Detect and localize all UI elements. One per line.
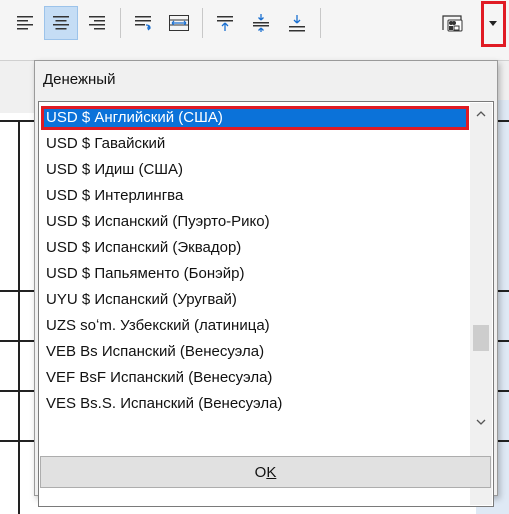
merge-cells-button[interactable] <box>162 6 196 40</box>
currency-format-popup: Денежный USD $ Английский (США) USD $ Га… <box>34 60 498 507</box>
currency-option[interactable]: USD $ Интерлингва <box>41 184 469 208</box>
currency-format-button[interactable] <box>436 6 470 40</box>
align-center-button[interactable] <box>44 6 78 40</box>
align-right-icon <box>89 16 105 30</box>
ok-button[interactable]: OK <box>40 456 491 488</box>
dropdown-highlight-box <box>481 1 506 47</box>
currency-option-selected[interactable]: USD $ Английский (США) <box>41 106 469 130</box>
toolbar-separator <box>120 8 121 38</box>
formatting-toolbar <box>0 0 509 60</box>
align-top-icon <box>217 16 233 31</box>
currency-option[interactable]: VEB Bs Испанский (Венесуэла) <box>41 340 469 364</box>
wrap-text-button[interactable] <box>126 6 160 40</box>
scroll-thumb[interactable] <box>473 325 489 351</box>
align-middle-icon <box>253 14 269 32</box>
align-left-icon <box>17 16 33 30</box>
list-scrollbar[interactable] <box>470 103 492 505</box>
align-top-button[interactable] <box>208 6 242 40</box>
currency-format-icon <box>442 15 463 32</box>
currency-option[interactable]: USD $ Папьяменто (Бонэйр) <box>41 262 469 286</box>
currency-option[interactable]: UZS soʻm. Узбекский (латиница) <box>41 314 469 338</box>
currency-option[interactable]: USD $ Идиш (США) <box>41 158 469 182</box>
chevron-down-icon <box>476 419 486 425</box>
toolbar-separator <box>202 8 203 38</box>
currency-option[interactable]: USD $ Испанский (Эквадор) <box>41 236 469 260</box>
currency-category-label: Денежный <box>43 71 116 88</box>
align-center-icon <box>53 16 69 30</box>
align-bottom-button[interactable] <box>280 6 314 40</box>
currency-list[interactable]: USD $ Английский (США) USD $ Гавайский U… <box>38 101 494 507</box>
align-left-button[interactable] <box>8 6 42 40</box>
toolbar-separator <box>320 8 321 38</box>
align-middle-button[interactable] <box>244 6 278 40</box>
currency-option[interactable]: USD $ Испанский (Пуэрто-Рико) <box>41 210 469 234</box>
align-bottom-icon <box>289 15 305 32</box>
merge-cells-icon <box>169 15 189 31</box>
scroll-up-button[interactable] <box>470 103 492 125</box>
currency-option[interactable]: VEF BsF Испанский (Венесуэла) <box>41 366 469 390</box>
wrap-text-icon <box>135 16 151 31</box>
currency-option[interactable]: VES Bs.S. Испанский (Венесуэла) <box>41 392 469 416</box>
align-right-button[interactable] <box>80 6 114 40</box>
currency-option[interactable]: USD $ Гавайский <box>41 132 469 156</box>
scroll-down-button[interactable] <box>470 411 492 433</box>
chevron-up-icon <box>476 111 486 117</box>
currency-option[interactable]: UYU $ Испанский (Уругвай) <box>41 288 469 312</box>
